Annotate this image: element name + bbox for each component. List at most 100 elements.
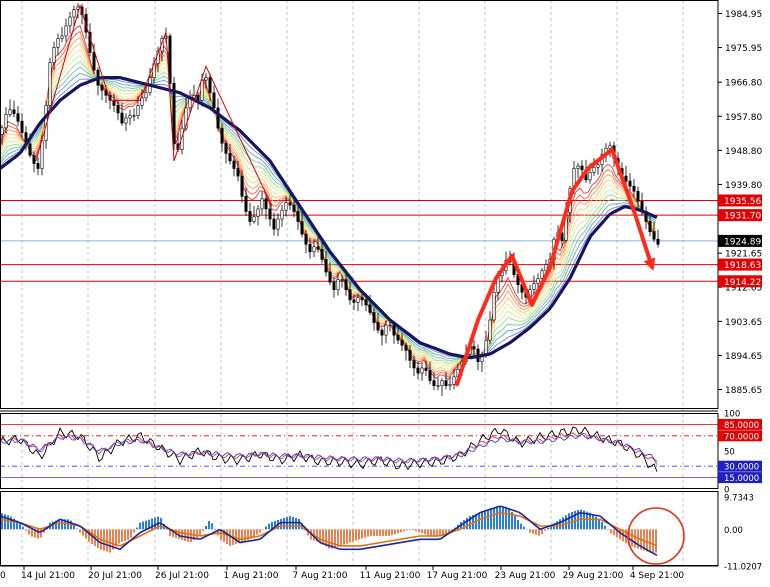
macd-histogram-bar [145, 520, 147, 530]
candle [132, 108, 136, 122]
candle-body [68, 16, 72, 27]
price-tick-label: 1939.80 [725, 181, 762, 191]
level-price-label: 1935.56 [724, 197, 761, 207]
candle-body [348, 289, 352, 301]
candle-body [244, 195, 248, 212]
candle [272, 212, 276, 236]
candle-body [72, 9, 76, 18]
macd-histogram-bar [124, 529, 126, 541]
macd-histogram-bar [181, 529, 183, 540]
candle-body [596, 164, 600, 168]
macd-histogram-bar [388, 529, 390, 536]
candle-body [232, 160, 236, 169]
candle [632, 178, 636, 197]
macd-histogram-bar [598, 518, 600, 530]
candle-body [388, 324, 392, 327]
macd-histogram-bar [196, 529, 198, 538]
macd-histogram-bar [184, 529, 186, 541]
candle [440, 378, 444, 397]
candle-body [128, 115, 132, 119]
macd-histogram-bar [190, 529, 192, 542]
candle-body [648, 221, 652, 232]
macd-histogram-bar [568, 513, 570, 530]
price-tick-label: 1894.65 [725, 352, 762, 362]
candle-body [116, 105, 120, 114]
macd-histogram-bar [487, 509, 489, 530]
macd-histogram-bar [268, 523, 270, 530]
candle [644, 206, 648, 230]
macd-histogram-bar [370, 529, 372, 536]
macd-histogram-bar [76, 528, 78, 530]
macd-histogram-bar [373, 529, 375, 536]
rsi-line-2 [0, 433, 658, 463]
macd-histogram-bar [226, 529, 228, 544]
candle-body [192, 95, 196, 99]
chart-root: 1984.95 1975.95 1966.80 1957.80 1948.80 1939.… [0, 0, 770, 583]
candle [8, 99, 12, 118]
macd-histogram-bar [187, 529, 189, 542]
rsi-tick-label: 100 [724, 410, 740, 420]
macd-histogram-bar [544, 529, 546, 531]
macd-histogram-bar [349, 529, 351, 543]
macd-histogram-bar [109, 529, 111, 553]
macd-histogram-bar [265, 526, 267, 530]
macd-histogram-bar [655, 529, 657, 553]
candle-body [60, 35, 64, 39]
macd-histogram-bar [31, 529, 33, 537]
macd-histogram-bar [211, 523, 213, 530]
macd-tick-label: -11.0207 [724, 563, 762, 573]
macd-histogram-bar [208, 520, 210, 530]
macd-histogram-bar [436, 529, 438, 536]
candle-body [592, 166, 596, 173]
candle-body [328, 271, 332, 283]
candle-body [364, 299, 368, 306]
candle-body [336, 279, 340, 291]
candle-body [332, 281, 336, 291]
candle-body [624, 175, 628, 182]
candle-body [372, 312, 376, 323]
macd-histogram-bar [400, 529, 402, 533]
candle-body [204, 77, 208, 81]
candle-body [376, 322, 380, 331]
candle-body [20, 120, 24, 133]
macd-histogram-bar [385, 529, 387, 536]
macd-histogram-bar [481, 511, 483, 530]
candle-body [492, 291, 496, 321]
macd-histogram-bar [484, 510, 486, 530]
candle-body [284, 202, 288, 211]
candle-body [196, 95, 200, 101]
macd-histogram-bar [532, 529, 534, 534]
candle [64, 18, 68, 42]
macd-histogram-bar [214, 529, 216, 530]
macd-histogram-bar [7, 515, 9, 530]
macd-histogram-bar [478, 512, 480, 530]
candle-body [224, 142, 228, 154]
candle [32, 151, 36, 173]
candle [48, 57, 52, 114]
candle-body [444, 380, 448, 386]
macd-histogram-bar [646, 529, 648, 552]
macd-histogram-bar [394, 529, 396, 535]
price-panel [0, 3, 718, 397]
candle [280, 205, 284, 227]
time-tick-label: 14 Jul 21:00 [21, 571, 75, 581]
rsi-tick-label: 15.0000 [724, 474, 759, 484]
macd-histogram-bar [517, 519, 519, 530]
macd-histogram-bar [280, 518, 282, 530]
time-tick-label: 26 Jul 21:00 [155, 571, 209, 581]
candle-body [212, 92, 216, 109]
rsi-tick-label: 70.0000 [724, 432, 759, 442]
trading-chart: 1984.95 1975.95 1966.80 1957.80 1948.80 1939.… [0, 0, 762, 581]
candle-body [216, 107, 220, 129]
macd-histogram-bar [499, 505, 501, 530]
moving-average-main [0, 76, 658, 360]
macd-histogram-bar [490, 508, 492, 530]
time-tick-label: 23 Aug 21:00 [495, 571, 556, 581]
candle-body [304, 233, 308, 245]
rsi-tick-label: 85.0000 [724, 421, 759, 431]
candle-body [420, 367, 424, 374]
candle [380, 327, 384, 346]
candle-body [484, 339, 488, 355]
candle [404, 342, 408, 361]
candle [68, 11, 72, 34]
